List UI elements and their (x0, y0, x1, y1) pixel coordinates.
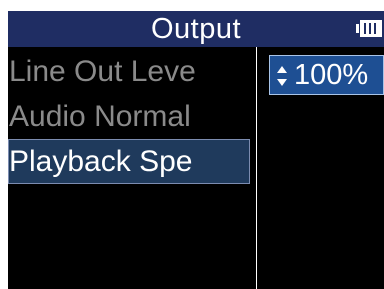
header-bar: Output (8, 11, 384, 47)
menu-item-label: Audio Normal (9, 100, 191, 133)
device-screen: Output Line Out Leve Audio Normal Playba… (8, 11, 384, 289)
screen-title: Output (150, 13, 242, 45)
playback-speed-value: 100% (294, 59, 369, 91)
menu-item-playback-speed[interactable]: Playback Spe (8, 139, 250, 184)
value-selector[interactable]: 100% (269, 55, 384, 95)
menu-item-audio-normalize[interactable]: Audio Normal (8, 94, 250, 139)
menu-item-label: Playback Spe (9, 145, 193, 178)
menu-list: Line Out Leve Audio Normal Playback Spe (8, 47, 255, 289)
panel-divider (256, 47, 257, 289)
menu-item-line-out-level[interactable]: Line Out Leve (8, 49, 250, 94)
up-down-arrows-icon (277, 66, 287, 86)
menu-item-label: Line Out Leve (9, 55, 196, 88)
battery-icon (356, 20, 382, 37)
